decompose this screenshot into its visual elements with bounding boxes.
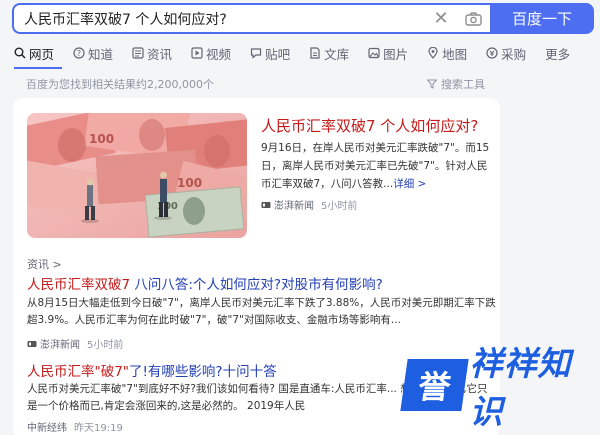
source-name[interactable]: 澎湃新闻 — [40, 336, 80, 351]
tab-news[interactable]: 资讯 — [132, 44, 172, 63]
news-result-source: 中新经纬 昨天19:19 — [27, 419, 123, 434]
tab-images[interactable]: 图片 — [368, 44, 408, 63]
news-result-title[interactable]: 人民币汇率双破7 八问八答:个人如何应对?对股市有何影响? — [27, 273, 383, 293]
search-icon — [14, 47, 26, 59]
tab-shop[interactable]: 采购 — [486, 44, 526, 63]
watermark-mark: 誉 — [400, 359, 470, 411]
forum-icon — [250, 48, 262, 59]
search-button[interactable]: 百度一下 — [490, 3, 594, 34]
search-tools-button[interactable]: 搜索工具 — [427, 76, 485, 92]
news-section-label[interactable]: 资讯 > — [27, 256, 62, 272]
tab-web[interactable]: 网页 — [14, 44, 62, 69]
title-rest: 了!有哪些影响?十问十答 — [129, 364, 277, 380]
top-result-source: 澎湃新闻 5小时前 — [261, 197, 357, 212]
watermark-text: 祥祥知识 — [469, 344, 572, 431]
publish-time: 5小时前 — [321, 201, 358, 212]
document-icon — [310, 47, 320, 59]
search-input[interactable]: 人民币汇率双破7 个人如何应对? ✕ — [12, 3, 490, 34]
map-icon — [428, 47, 438, 59]
tab-label: 文库 — [324, 46, 350, 62]
news-result-title[interactable]: 人民币汇率"破7"了!有哪些影响?十问十答 — [27, 360, 277, 380]
camera-icon[interactable] — [456, 5, 490, 32]
search-bar: 人民币汇率双破7 个人如何应对? ✕ 百度一下 — [12, 3, 594, 34]
tab-label: 知道 — [88, 46, 114, 62]
title-rest: 八问八答:个人如何应对?对股市有何影响? — [130, 277, 383, 293]
active-tab-indicator — [14, 66, 62, 69]
news-thumbnail-image[interactable]: 100 100 100 — [27, 113, 247, 238]
tab-map[interactable]: 地图 — [427, 44, 467, 63]
title-highlight: 人民币汇率"破7" — [27, 364, 130, 380]
close-icon[interactable]: ✕ — [426, 8, 456, 29]
source-logo-icon — [27, 340, 37, 347]
image-icon — [368, 47, 380, 59]
tab-label: 视频 — [206, 46, 232, 62]
tab-label: 地图 — [442, 46, 468, 62]
top-result-snippet: 9月16日，在岸人民币对美元汇率跌破"7"。而15日，离岸人民币对美元汇率已先破… — [261, 139, 493, 193]
tab-tieba[interactable]: 贴吧 — [250, 44, 290, 63]
result-stats: 百度为您找到相关结果约2,200,000个 — [26, 78, 214, 91]
shop-icon — [486, 47, 498, 59]
publish-time: 5小时前 — [87, 340, 124, 351]
source-logo-icon — [261, 201, 271, 208]
tab-video[interactable]: 视频 — [191, 44, 231, 63]
tab-label: 贴吧 — [265, 46, 291, 62]
publish-time: 昨天19:19 — [74, 423, 123, 434]
snippet-text: 9月16日，在岸人民币对美元汇率跌破"7"。而15日，离岸人民币对美元汇率已先破… — [261, 142, 490, 190]
tab-label: 资讯 — [147, 46, 173, 62]
source-name[interactable]: 中新经纬 — [27, 419, 67, 434]
news-result-source: 澎湃新闻 5小时前 — [27, 336, 123, 351]
search-tools-label: 搜索工具 — [441, 78, 485, 91]
news-result-snippet: 从8月15日大幅走低到今日破"7"，离岸人民币对美元汇率下跌了3.88%，人民币… — [27, 297, 496, 326]
svg-text:100: 100 — [89, 132, 114, 146]
video-icon — [191, 47, 203, 59]
tab-label: 图片 — [383, 46, 409, 62]
watermark-logo: 誉 祥祥知识 — [400, 344, 600, 431]
search-tabs: 网页 ? 知道 资讯 视频 贴吧 文库 图片 地图 采购 更多 — [14, 42, 594, 69]
search-query-text[interactable]: 人民币汇率双破7 个人如何应对? — [24, 9, 426, 29]
news-icon — [132, 47, 144, 59]
tab-zhidao[interactable]: ? 知道 — [73, 44, 113, 63]
filter-icon — [427, 79, 437, 89]
tab-more[interactable]: 更多 — [545, 44, 570, 63]
svg-text:100: 100 — [177, 176, 202, 190]
tab-label: 更多 — [545, 46, 571, 62]
top-result-title[interactable]: 人民币汇率双破7 个人如何应对? — [261, 115, 491, 136]
more-link[interactable]: 详细 > — [393, 178, 426, 190]
svg-text:?: ? — [77, 49, 81, 58]
tab-label: 网页 — [29, 46, 55, 62]
title-highlight: 人民币汇率双破7 — [27, 277, 131, 293]
tab-label: 采购 — [501, 46, 527, 62]
tab-wenku[interactable]: 文库 — [309, 44, 349, 63]
question-icon: ? — [73, 47, 85, 59]
source-name[interactable]: 澎湃新闻 — [274, 197, 314, 212]
